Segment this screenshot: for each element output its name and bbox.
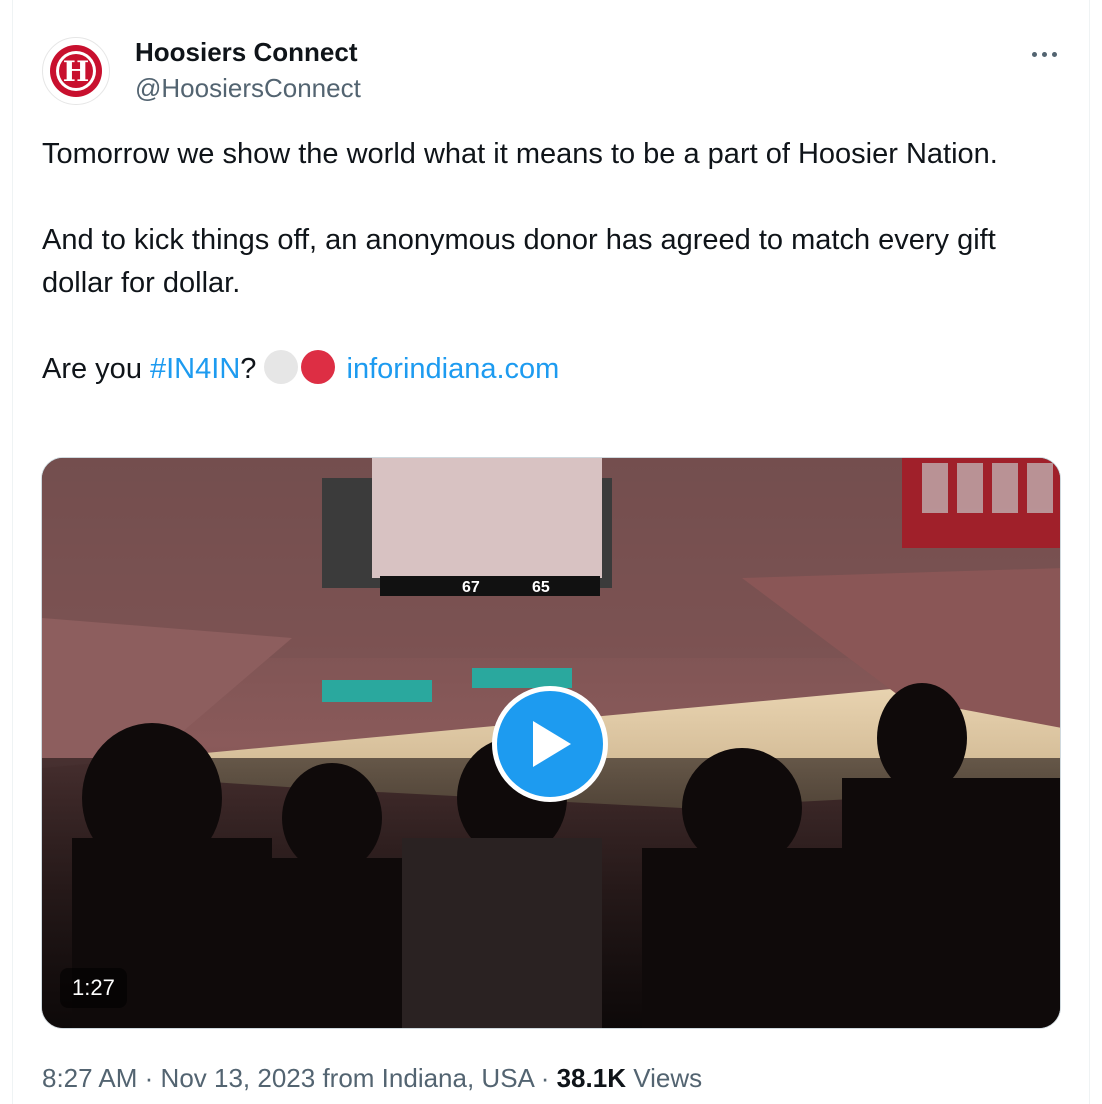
video-player[interactable]: 67 65 1:27 xyxy=(41,457,1061,1029)
tweet-paragraph: Tomorrow we show the world what it means… xyxy=(42,138,998,170)
red-circle-emoji-icon xyxy=(301,350,336,384)
more-dot-icon xyxy=(1051,51,1057,57)
svg-text:H: H xyxy=(63,55,89,88)
svg-text:65: 65 xyxy=(532,579,550,596)
svg-text:67: 67 xyxy=(462,579,480,596)
display-name[interactable]: Hoosiers Connect xyxy=(135,36,358,68)
separator: · xyxy=(540,1063,550,1093)
play-button[interactable] xyxy=(492,686,608,802)
cta-prefix: Are you xyxy=(42,353,150,385)
avatar[interactable]: H xyxy=(42,37,110,105)
hoosiers-logo-icon: H xyxy=(50,45,102,97)
more-dot-icon xyxy=(1041,51,1047,57)
handle[interactable]: @HoosiersConnect xyxy=(135,72,361,104)
tweet-location: from Indiana, USA xyxy=(322,1063,534,1093)
video-duration-badge: 1:27 xyxy=(60,968,127,1008)
tweet-text: Tomorrow we show the world what it means… xyxy=(42,133,1052,391)
tweet-cta: Are you #IN4IN? inforindiana.com xyxy=(42,348,1052,391)
views-label: Views xyxy=(633,1063,703,1093)
more-options-button[interactable] xyxy=(1024,36,1064,72)
play-icon xyxy=(533,721,571,767)
tweet-paragraph: And to kick things off, an anonymous don… xyxy=(42,224,996,299)
white-circle-emoji-icon xyxy=(264,350,299,384)
cta-suffix: ? xyxy=(240,353,257,385)
tweet-time-link[interactable]: 8:27 AM xyxy=(42,1063,137,1093)
tweet-metadata: 8:27 AM · Nov 13, 2023 from Indiana, USA… xyxy=(42,1058,702,1098)
hashtag-link[interactable]: #IN4IN xyxy=(150,353,240,385)
website-link[interactable]: inforindiana.com xyxy=(347,353,560,385)
more-dot-icon xyxy=(1031,51,1037,57)
separator: · xyxy=(144,1063,154,1093)
views-count: 38.1K xyxy=(556,1063,626,1093)
tweet-date-link[interactable]: Nov 13, 2023 xyxy=(161,1063,316,1093)
